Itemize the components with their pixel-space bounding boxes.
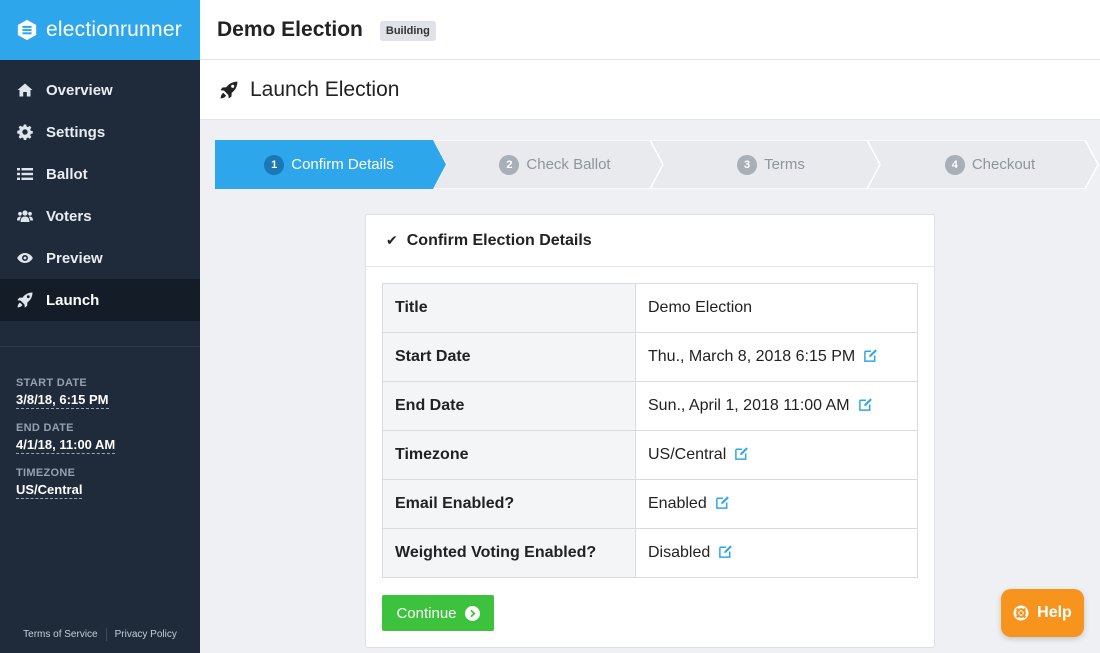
- step-check-ballot[interactable]: 2 Check Ballot: [445, 140, 665, 189]
- sidebar-item-preview[interactable]: Preview: [0, 237, 200, 279]
- sidebar-item-ballot[interactable]: Ballot: [0, 153, 200, 195]
- continue-label: Continue: [396, 604, 457, 622]
- sidebar-divider: [0, 346, 200, 347]
- help-button[interactable]: Help: [1001, 589, 1084, 637]
- terms-link[interactable]: Terms of Service: [23, 629, 97, 640]
- sidebar-footer: Terms of Service Privacy Policy: [0, 628, 200, 641]
- end-date-block: END DATE 4/1/18, 11:00 AM: [16, 422, 200, 454]
- start-date-value[interactable]: 3/8/18, 6:15 PM: [16, 392, 109, 409]
- step-number: 3: [737, 154, 758, 175]
- sidebar-nav: Overview Settings Ballot Voters Preview …: [0, 69, 200, 321]
- edit-timezone-icon[interactable]: [734, 446, 749, 461]
- row-value: Enabled: [648, 495, 707, 512]
- gear-icon: [17, 124, 33, 140]
- status-badge: Building: [379, 20, 436, 41]
- timezone-block: TIMEZONE US/Central: [16, 467, 200, 499]
- eye-icon: [17, 250, 33, 266]
- row-key: Timezone: [382, 430, 636, 480]
- row-value: US/Central: [648, 446, 727, 463]
- row-value: Demo Election: [648, 299, 753, 316]
- sidebar-item-label: Ballot: [46, 165, 88, 183]
- row-value-cell: Disabled: [635, 528, 918, 578]
- sidebar-item-voters[interactable]: Voters: [0, 195, 200, 237]
- row-value-cell: Sun., April 1, 2018 11:00 AM: [635, 381, 918, 431]
- rocket-icon: [220, 81, 238, 99]
- confirm-details-card: ✔ Confirm Election Details Title Demo El…: [365, 214, 935, 648]
- row-key: End Date: [382, 381, 636, 431]
- timezone-label: TIMEZONE: [16, 467, 76, 479]
- step-label: Confirm Details: [291, 156, 394, 173]
- row-value-cell: Demo Election: [635, 283, 918, 333]
- chevron-right-icon: [464, 605, 480, 621]
- sidebar-item-settings[interactable]: Settings: [0, 111, 200, 153]
- row-key: Title: [382, 283, 636, 333]
- step-checkout[interactable]: 4 Checkout: [880, 140, 1100, 189]
- row-key: Weighted Voting Enabled?: [382, 528, 636, 578]
- sidebar: electionrunner Overview Settings Ballot …: [0, 0, 200, 653]
- election-title: Demo Election: [217, 17, 363, 41]
- start-date-label: START DATE: [16, 377, 88, 389]
- table-row: End Date Sun., April 1, 2018 11:00 AM: [382, 381, 918, 431]
- start-date-block: START DATE 3/8/18, 6:15 PM: [16, 377, 200, 409]
- sidebar-item-overview[interactable]: Overview: [0, 69, 200, 111]
- sidebar-item-launch[interactable]: Launch: [0, 279, 200, 321]
- step-label: Checkout: [971, 156, 1036, 173]
- sidebar-item-label: Settings: [46, 123, 106, 141]
- end-date-label: END DATE: [16, 422, 74, 434]
- wizard-steps: 1 Confirm Details 2 Check Ballot 3 Terms…: [215, 140, 1100, 189]
- table-row: Weighted Voting Enabled? Disabled: [382, 528, 918, 578]
- step-number: 1: [264, 154, 285, 175]
- row-key: Start Date: [382, 332, 636, 382]
- row-value: Thu., March 8, 2018 6:15 PM: [648, 348, 856, 365]
- table-row: Timezone US/Central: [382, 430, 918, 480]
- rocket-icon: [17, 292, 33, 308]
- card-title: Confirm Election Details: [406, 231, 592, 249]
- edit-end-date-icon[interactable]: [858, 397, 873, 412]
- step-confirm-details[interactable]: 1 Confirm Details: [215, 140, 443, 189]
- end-date-value[interactable]: 4/1/18, 11:00 AM: [16, 437, 116, 454]
- home-icon: [17, 82, 33, 98]
- table-row: Start Date Thu., March 8, 2018 6:15 PM: [382, 332, 918, 382]
- sidebar-item-label: Overview: [46, 81, 113, 99]
- sidebar-item-label: Voters: [46, 207, 92, 225]
- sidebar-item-label: Preview: [46, 249, 103, 267]
- top-header: Demo Election Building: [200, 0, 1100, 60]
- list-icon: [17, 166, 33, 182]
- help-label: Help: [1037, 604, 1072, 621]
- edit-email-enabled-icon[interactable]: [715, 495, 730, 510]
- privacy-link[interactable]: Privacy Policy: [115, 629, 177, 640]
- timezone-value[interactable]: US/Central: [16, 482, 83, 499]
- table-row: Email Enabled? Enabled: [382, 479, 918, 529]
- details-table: Title Demo Election Start Date Thu., Mar…: [382, 283, 918, 578]
- row-value: Sun., April 1, 2018 11:00 AM: [648, 397, 850, 414]
- step-number: 2: [499, 154, 520, 175]
- footer-divider: [105, 628, 107, 641]
- edit-start-date-icon[interactable]: [863, 348, 878, 363]
- row-value-cell: US/Central: [635, 430, 918, 480]
- continue-button[interactable]: Continue: [382, 595, 494, 631]
- brand-header[interactable]: electionrunner: [0, 0, 200, 60]
- step-label: Terms: [764, 156, 805, 173]
- users-icon: [17, 208, 33, 224]
- step-number: 4: [944, 154, 965, 175]
- check-icon: ✔: [386, 232, 398, 248]
- row-value-cell: Thu., March 8, 2018 6:15 PM: [635, 332, 918, 382]
- brand-name: electionrunner: [46, 18, 182, 41]
- lifebuoy-icon: [1013, 605, 1029, 621]
- card-header: ✔ Confirm Election Details: [366, 215, 934, 267]
- edit-weighted-voting-icon[interactable]: [718, 544, 733, 559]
- row-value: Disabled: [648, 544, 711, 561]
- page-header: Launch Election: [200, 60, 1100, 120]
- step-terms[interactable]: 3 Terms: [663, 140, 879, 189]
- table-row: Title Demo Election: [382, 283, 918, 333]
- row-value-cell: Enabled: [635, 479, 918, 529]
- sidebar-item-label: Launch: [46, 291, 100, 309]
- step-label: Check Ballot: [526, 156, 611, 173]
- logo-icon: [17, 19, 37, 41]
- election-meta: START DATE 3/8/18, 6:15 PM END DATE 4/1/…: [0, 377, 200, 499]
- row-key: Email Enabled?: [382, 479, 636, 529]
- page-title: Launch Election: [250, 77, 400, 101]
